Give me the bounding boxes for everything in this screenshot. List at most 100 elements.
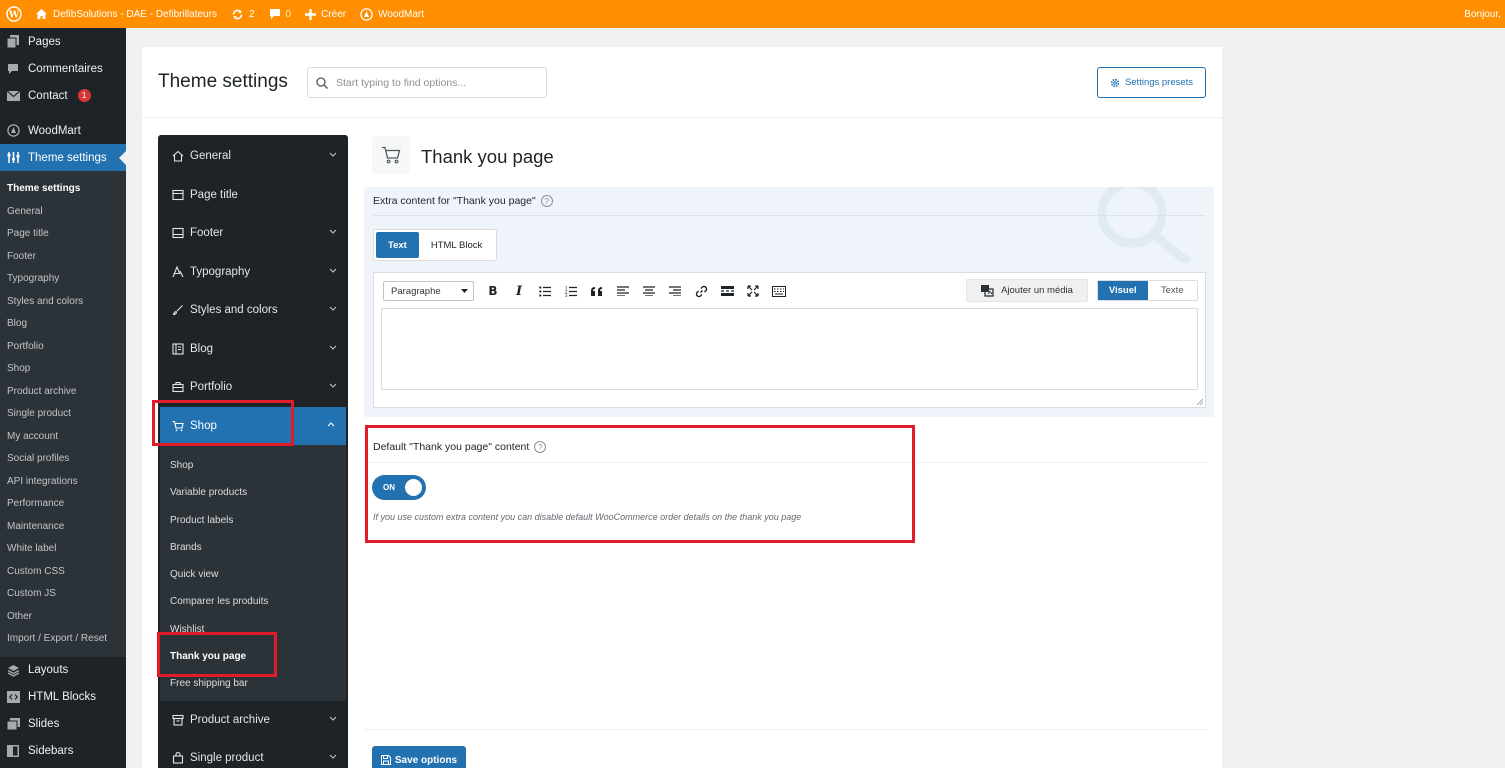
wordpress-logo-icon[interactable]: W [0,0,28,28]
wysiwyg-editor: Paragraphe B I 123 Ajouter un média Visu… [373,272,1206,408]
nav-item-blog[interactable]: Blog [158,330,348,369]
bold-button[interactable]: B [480,281,506,301]
menu-comments[interactable]: Commentaires [0,55,126,82]
subnav-item[interactable]: Variable products [160,479,346,506]
tab-text[interactable]: Text [376,232,419,258]
editor-content-area[interactable] [381,308,1198,390]
subnav-item[interactable]: Brands [160,534,346,561]
site-name-link[interactable]: DefibSolutions - DAE - Defibrillateurs [28,0,224,28]
submenu-item[interactable]: Shop [0,358,126,381]
menu-html-blocks[interactable]: HTML Blocks [0,684,126,711]
extra-content-field: Extra content for "Thank you page" ? Tex… [364,187,1214,417]
submenu-item[interactable]: API integrations [0,471,126,494]
extra-content-label-text: Extra content for "Thank you page" [373,195,536,207]
chevron-down-icon [329,152,337,157]
search-placeholder: Start typing to find options... [336,76,467,89]
blockquote-button[interactable] [584,281,610,301]
briefcase-icon [172,381,184,393]
tab-html-block[interactable]: HTML Block [419,232,494,258]
submenu-item[interactable]: Blog [0,313,126,336]
menu-theme-settings[interactable]: Theme settings [0,144,126,171]
submenu-item[interactable]: Product archive [0,381,126,404]
numbered-list-button[interactable]: 123 [558,281,584,301]
extra-content-label: Extra content for "Thank you page" ? [373,195,553,207]
account-greeting[interactable]: Bonjour, [1457,0,1505,28]
save-options-button[interactable]: Save options [372,746,466,768]
comments-link[interactable]: 0 [262,0,299,28]
home-icon [36,9,47,19]
svg-text:W: W [8,11,20,21]
search-input[interactable]: Start typing to find options... [307,67,547,98]
chevron-down-icon [329,345,337,350]
submenu-item[interactable]: Maintenance [0,516,126,539]
submenu-item[interactable]: Theme settings [0,178,126,201]
page-title: Theme settings [158,71,288,92]
submenu-item[interactable]: Other [0,606,126,629]
submenu-item[interactable]: Performance [0,493,126,516]
settings-presets-button[interactable]: Settings presets [1097,67,1206,98]
updates-link[interactable]: 2 [224,0,262,28]
help-icon[interactable]: ? [540,195,553,207]
subnav-item[interactable]: Comparer les produits [160,588,346,615]
submenu-item[interactable]: Page title [0,223,126,246]
menu-slides[interactable]: Slides [0,711,126,738]
nav-item-page-title[interactable]: Page title [158,176,348,215]
format-select[interactable]: Paragraphe [383,281,474,301]
toolbar-toggle-icon[interactable] [766,281,792,301]
media-icon [981,284,994,297]
admin-bar: W DefibSolutions - DAE - Defibrillateurs… [0,0,1505,28]
link-icon[interactable] [688,281,714,301]
menu-pages[interactable]: Pages [0,28,126,55]
nav-item-footer[interactable]: Footer [158,214,348,253]
menu-slides-label: Slides [28,718,60,730]
menu-contact-label: Contact [28,89,68,102]
submenu-item[interactable]: Single product [0,403,126,426]
align-center-button[interactable] [636,281,662,301]
submenu-item[interactable]: Typography [0,268,126,291]
add-media-button[interactable]: Ajouter un média [966,279,1088,302]
tab-visual[interactable]: Visuel [1098,281,1148,300]
resize-handle-icon[interactable] [1196,398,1203,405]
nav-item-general[interactable]: General [158,137,348,176]
submenu-item[interactable]: Footer [0,246,126,269]
woodmart-link[interactable]: WoodMart [353,0,431,28]
new-content-link[interactable]: Créer [298,0,353,28]
nav-item-product-archive[interactable]: Product archive [158,701,348,740]
submenu-item[interactable]: General [0,201,126,224]
tab-code-text[interactable]: Texte [1148,281,1198,300]
chevron-down-icon [329,716,337,721]
submenu-item[interactable]: Custom JS [0,583,126,606]
bullet-list-button[interactable] [532,281,558,301]
woodmart-icon [360,7,373,21]
gear-icon [1110,78,1120,87]
nav-item-single-product[interactable]: Single product [158,739,348,768]
menu-woodmart[interactable]: WoodMart [0,117,126,144]
menu-sidebars[interactable]: Sidebars [0,738,126,765]
submenu-item[interactable]: Social profiles [0,448,126,471]
slides-icon [6,717,20,731]
save-options-label: Save options [394,754,458,766]
nav-item-label: Portfolio [190,381,233,394]
subnav-item[interactable]: Product labels [160,507,346,534]
nav-item-styles-colors[interactable]: Styles and colors [158,291,348,330]
caret-down-icon [461,289,468,293]
menu-contact[interactable]: Contact 1 [0,82,126,109]
italic-button[interactable]: I [506,281,532,301]
subnav-item[interactable]: Quick view [160,561,346,588]
fullscreen-icon[interactable] [740,281,766,301]
submenu-item[interactable]: White label [0,538,126,561]
subnav-item[interactable]: Shop [160,452,346,479]
nav-item-typography[interactable]: Typography [158,253,348,292]
align-left-button[interactable] [610,281,636,301]
submenu-item[interactable]: Styles and colors [0,291,126,314]
submenu-item[interactable]: Custom CSS [0,561,126,584]
menu-layouts[interactable]: Layouts [0,657,126,684]
read-more-button[interactable] [714,281,740,301]
woodmart-icon [6,124,20,138]
submenu-item[interactable]: Portfolio [0,336,126,359]
field-divider [373,215,1205,216]
align-right-button[interactable] [662,281,688,301]
submenu-item[interactable]: Import / Export / Reset [0,628,126,651]
chevron-down-icon [329,754,337,759]
submenu-item[interactable]: My account [0,426,126,449]
